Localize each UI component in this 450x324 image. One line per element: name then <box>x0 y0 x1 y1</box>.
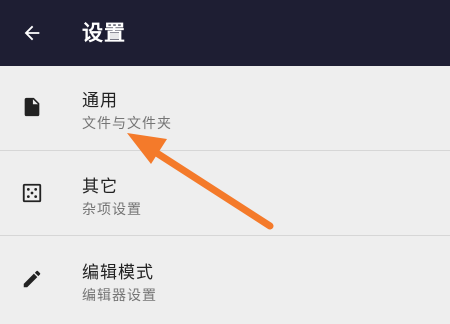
pencil-icon <box>20 267 44 291</box>
settings-item-title: 其它 <box>82 177 118 197</box>
back-button[interactable] <box>12 13 52 53</box>
settings-item-edit-mode[interactable]: 编辑模式 编辑器设置 <box>0 236 450 321</box>
file-icon <box>20 95 44 119</box>
settings-item-subtitle: 文件与文件夹 <box>82 116 172 132</box>
page-title: 设置 <box>82 21 126 45</box>
dice-icon <box>20 181 44 205</box>
settings-screen: 设置 通用 文件与文件夹 其它 杂项设置 编辑模式 编辑器设置 <box>0 0 450 324</box>
top-app-bar: 设置 <box>0 0 450 66</box>
settings-item-title: 编辑模式 <box>82 263 154 283</box>
settings-item-subtitle: 编辑器设置 <box>82 288 157 304</box>
settings-item-misc[interactable]: 其它 杂项设置 <box>0 151 450 236</box>
settings-item-subtitle: 杂项设置 <box>82 202 142 218</box>
arrow-left-icon <box>24 25 40 41</box>
settings-item-title: 通用 <box>82 91 118 111</box>
settings-list: 通用 文件与文件夹 其它 杂项设置 编辑模式 编辑器设置 <box>0 66 450 321</box>
settings-item-general[interactable]: 通用 文件与文件夹 <box>0 66 450 151</box>
